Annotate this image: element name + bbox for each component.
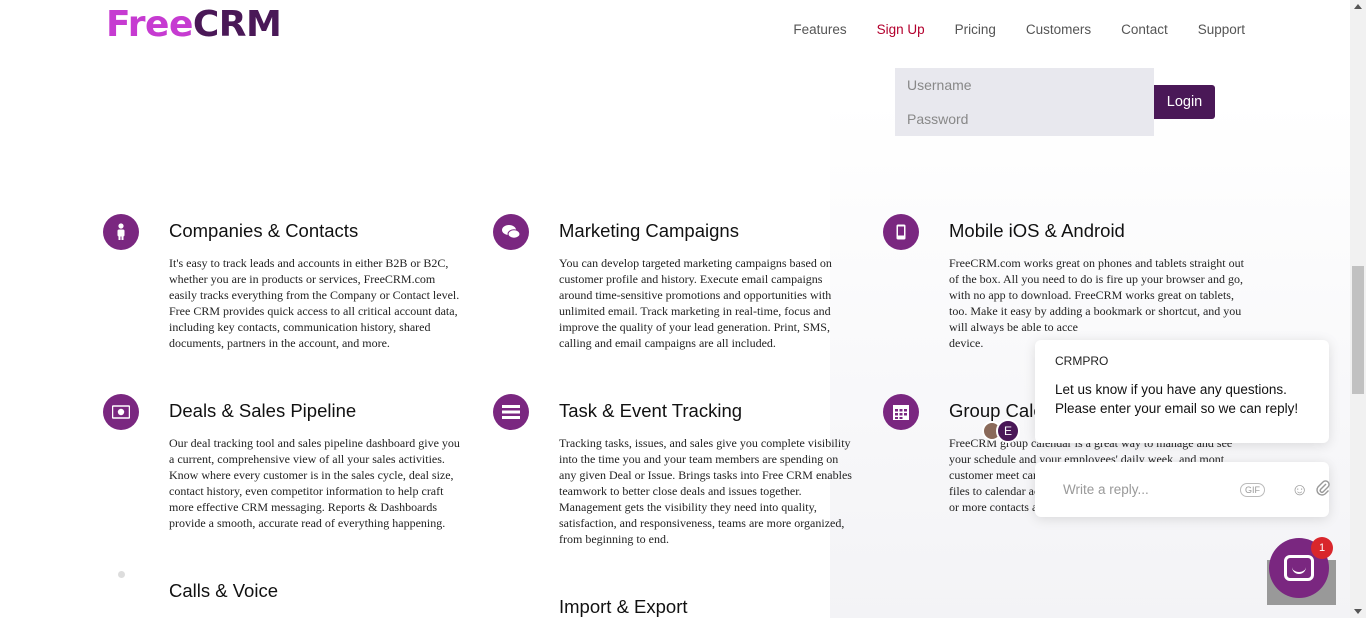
chat-avatars: E [982, 419, 1022, 443]
top-nav: Features Sign Up Pricing Customers Conta… [793, 22, 1245, 37]
vertical-scrollbar[interactable] [1350, 0, 1366, 618]
feature-marketing-campaigns: Marketing Campaigns You can develop targ… [493, 214, 859, 351]
feature-text: FreeCRM.com works great on phones and ta… [949, 255, 1245, 351]
feature-title: Companies & Contacts [169, 220, 359, 241]
feature-text: Tracking tasks, issues, and sales give y… [559, 435, 852, 546]
feature-mobile: Mobile iOS & Android FreeCRM.com works g… [883, 214, 1249, 351]
feature-text-body: FreeCRM.com works great on phones and ta… [949, 255, 1244, 334]
login-button[interactable]: Login [1154, 85, 1215, 119]
feature-title: Task & Event Tracking [559, 400, 743, 421]
chat-message: Let us know if you have any questions. P… [1055, 382, 1299, 416]
feature-title: Deals & Sales Pipeline [169, 400, 357, 421]
mobile-phone-icon [883, 214, 919, 250]
calendar-icon [883, 394, 919, 430]
feature-companies-contacts: Companies & Contacts It's easy to track … [103, 214, 469, 351]
nav-support[interactable]: Support [1198, 22, 1245, 37]
feature-task-event: Task & Event Tracking Tracking tasks, is… [493, 394, 859, 547]
attachment-icon[interactable] [1316, 479, 1331, 501]
feature-import-export: Import & Export [559, 597, 859, 617]
loading-dot [118, 571, 125, 578]
nav-pricing[interactable]: Pricing [955, 22, 996, 37]
feature-calls-voice: Calls & Voice [169, 581, 469, 601]
feature-deals-pipeline: Deals & Sales Pipeline Our deal tracking… [103, 394, 469, 531]
feature-text: It's easy to track leads and accounts in… [169, 255, 460, 350]
feature-title: Calls & Voice [169, 580, 278, 601]
chat-reply-input[interactable] [1063, 482, 1240, 497]
feature-title: Mobile iOS & Android [949, 220, 1125, 241]
nav-features[interactable]: Features [793, 22, 846, 37]
gif-button[interactable]: GIF [1240, 482, 1265, 497]
feature-text: Our deal tracking tool and sales pipelin… [169, 435, 460, 530]
chat-sender: CRMPRO [1055, 354, 1109, 368]
scroll-down-arrow-icon[interactable] [1354, 609, 1362, 614]
feature-text-tail: device. [949, 335, 984, 350]
freecrm-logo[interactable]: FreeCRM [106, 4, 282, 45]
agent-avatar-letter: E [996, 419, 1020, 443]
notification-badge: 1 [1311, 537, 1333, 559]
password-input[interactable] [895, 102, 1154, 136]
emoji-icon[interactable]: ☺ [1291, 480, 1308, 500]
feature-title: Import & Export [559, 596, 688, 617]
feature-title: Marketing Campaigns [559, 220, 739, 241]
person-icon [103, 214, 139, 250]
chat-bubbles-icon [493, 214, 529, 250]
nav-sign-up[interactable]: Sign Up [877, 22, 925, 37]
scrollbar-thumb[interactable] [1352, 266, 1364, 394]
money-icon [103, 394, 139, 430]
chat-reply-box: GIF ☺ [1035, 462, 1331, 517]
page: FreeCRM Features Sign Up Pricing Custome… [0, 0, 1350, 618]
logo-crm: CRM [192, 4, 282, 45]
login-form [895, 68, 1154, 136]
nav-contact[interactable]: Contact [1121, 22, 1168, 37]
chat-icon [1284, 555, 1314, 581]
nav-customers[interactable]: Customers [1026, 22, 1091, 37]
feature-text: You can develop targeted marketing campa… [559, 255, 832, 350]
task-list-icon [493, 394, 529, 430]
chat-message-card[interactable]: CRMPRO Let us know if you have any quest… [1035, 340, 1329, 443]
username-input[interactable] [895, 68, 1154, 102]
scroll-up-arrow-icon[interactable] [1354, 4, 1362, 9]
logo-free: Free [106, 4, 193, 45]
